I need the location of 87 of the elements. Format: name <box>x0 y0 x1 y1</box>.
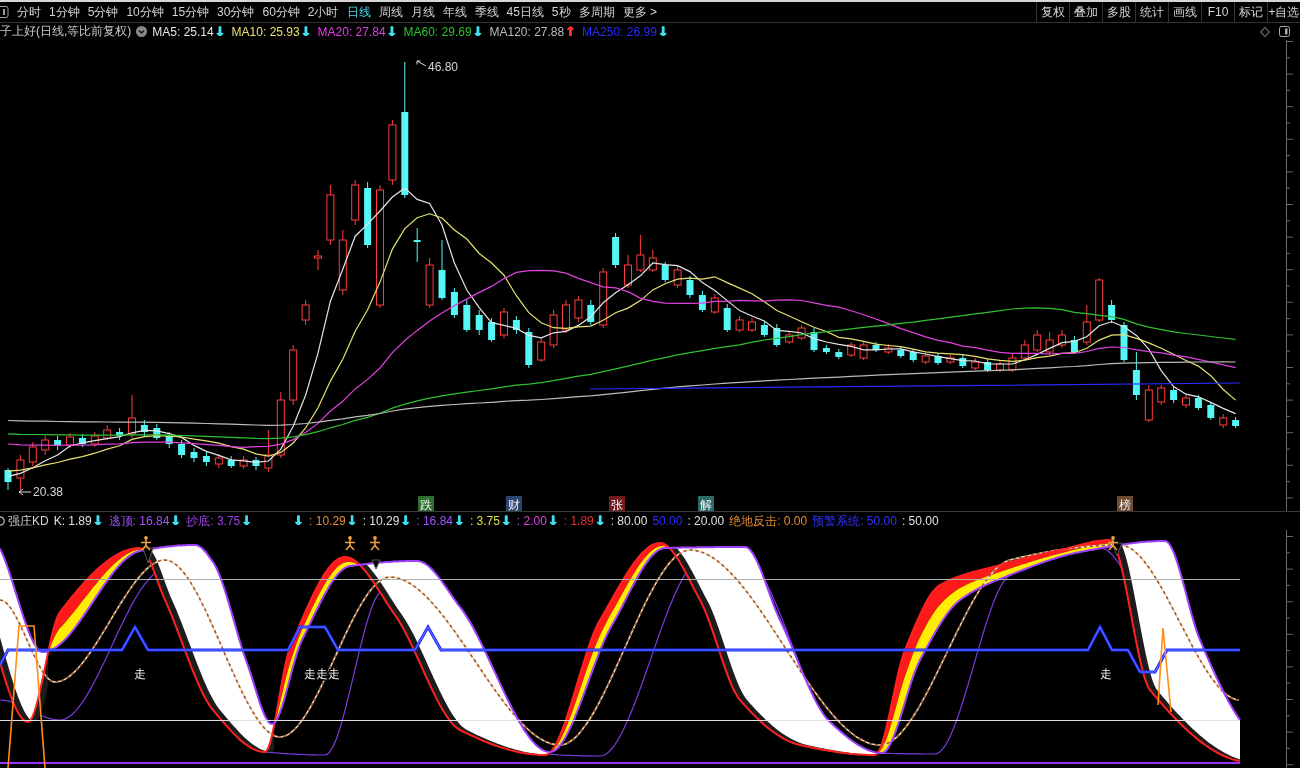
toolbar-button[interactable]: 统计 <box>1135 2 1168 22</box>
moving-average-label: MA10: 25.93 <box>231 24 300 39</box>
person-icon <box>344 536 356 551</box>
moving-average-label: MA20: 27.84 <box>317 24 386 39</box>
indicator-value: : 50.00 <box>901 514 939 528</box>
chevron-down-icon[interactable] <box>136 26 148 37</box>
arrow-icon: ↓ <box>594 514 606 528</box>
chart-title: 子上好(日线,等比前复权) <box>0 23 132 40</box>
arrow-icon: ↓ <box>300 24 312 39</box>
period-tab[interactable]: 日线 <box>342 2 375 22</box>
moving-average-label: MA250: 26.99 <box>582 24 657 39</box>
arrow-icon: ↓ <box>400 514 412 528</box>
toolbar-button[interactable]: 叠加 <box>1069 2 1102 22</box>
period-tab[interactable]: 2小时 <box>303 2 343 22</box>
toolbar-button[interactable]: 画线 <box>1168 2 1201 22</box>
indicator-value: 预警系统: 50.00 <box>812 512 897 530</box>
person-icon <box>140 536 152 551</box>
walk-label: 走走走 <box>304 667 340 681</box>
arrow-icon: ↓ <box>454 514 465 528</box>
period-tab[interactable]: 5秒 <box>547 2 575 22</box>
toolbar-button[interactable]: 标记 <box>1234 2 1267 22</box>
indicator-value: : 80.00 <box>610 514 648 528</box>
signal-label: 榜 <box>1117 496 1133 511</box>
panel-icon[interactable] <box>1279 26 1290 37</box>
period-tab[interactable]: 年线 <box>438 2 471 22</box>
moving-average-label: MA60: 29.69 <box>403 24 472 39</box>
indicator-title: 强庄KD <box>8 512 49 530</box>
period-tab[interactable]: 分时 <box>13 2 45 22</box>
arrow-icon: ↓ <box>386 24 398 39</box>
triangle-marker-icon <box>1111 542 1123 557</box>
panel-icon <box>0 6 9 18</box>
low-price-label: 20.38 <box>33 485 64 499</box>
triangle-marker-icon <box>142 547 154 564</box>
arrow-icon: ↓ <box>170 514 182 528</box>
toolbar-button[interactable]: 多股 <box>1102 2 1135 22</box>
indicator-value: : 2.00 <box>516 514 547 528</box>
arrow-icon: ↓ <box>293 514 305 528</box>
leader-line <box>416 60 427 67</box>
indicator-value: : 10.29 <box>362 514 400 528</box>
period-tab[interactable]: 1分钟 <box>45 2 84 22</box>
period-tab[interactable]: 10分钟 <box>122 2 168 22</box>
arrow-icon: ↓ <box>472 24 484 39</box>
triangle-marker-icon <box>371 559 381 570</box>
arrow-icon: ↓ <box>500 514 512 528</box>
indicator-value: : 20.00 <box>687 514 725 528</box>
indicator-value: : 16.84 <box>416 514 453 528</box>
arrow-icon: ↓ <box>214 24 226 39</box>
period-tab[interactable]: 5分钟 <box>83 2 123 22</box>
toolbar-button[interactable]: 复权 <box>1036 2 1069 22</box>
walk-label: 走 <box>134 667 146 681</box>
leader-line <box>18 488 32 496</box>
person-icon <box>369 536 381 551</box>
toolbar-button[interactable]: +自选 <box>1267 2 1300 22</box>
signal-label: 财 <box>506 496 522 511</box>
indicator-value: K: 1.89 <box>53 514 92 528</box>
signal-label: 跌 <box>418 496 434 511</box>
toolbar-button[interactable]: F10 <box>1201 2 1234 22</box>
indicator-value: 逃顶: 16.84 <box>108 512 170 530</box>
diamond-icon[interactable] <box>1260 26 1270 37</box>
signal-label: 张 <box>609 496 625 511</box>
indicator-value: 绝地反击: 0.00 <box>729 512 808 530</box>
arrow-icon: ↓ <box>657 24 669 39</box>
walk-label: 走 <box>1100 667 1112 681</box>
indicator-value: 50.00 <box>652 514 683 528</box>
period-tab[interactable]: 60分钟 <box>258 2 304 22</box>
period-tab[interactable]: 多周期 <box>574 2 619 22</box>
moving-average-label: MA5: 25.14 <box>152 24 214 39</box>
arrow-icon: ↓ <box>346 514 358 528</box>
period-tab[interactable]: 15分钟 <box>167 2 214 22</box>
indicator-value: : 1.89 <box>563 514 594 528</box>
person-icon <box>1107 536 1119 551</box>
arrow-icon: ↓ <box>547 514 559 528</box>
indicator-value: : 10.29 <box>309 514 346 528</box>
arrow-icon: ↓ <box>92 514 104 528</box>
indicator-value: : 3.75 <box>469 514 500 528</box>
moving-average-label: MA120: 27.88 <box>489 24 565 39</box>
indicator-value: 抄底: 3.75 <box>186 512 241 530</box>
period-tab[interactable]: 季线 <box>470 2 503 22</box>
period-tab[interactable]: 月线 <box>406 2 439 22</box>
signal-label: 解 <box>698 496 714 511</box>
period-tab[interactable]: 30分钟 <box>213 2 259 22</box>
arrow-icon: ↑ <box>565 24 577 39</box>
period-tab[interactable]: 更多 > <box>618 2 661 22</box>
arrow-icon: ↓ <box>241 514 253 528</box>
period-tab[interactable]: 45日线 <box>502 2 548 22</box>
high-price-label: 46.80 <box>428 60 459 74</box>
period-tab[interactable]: 周线 <box>374 2 407 22</box>
